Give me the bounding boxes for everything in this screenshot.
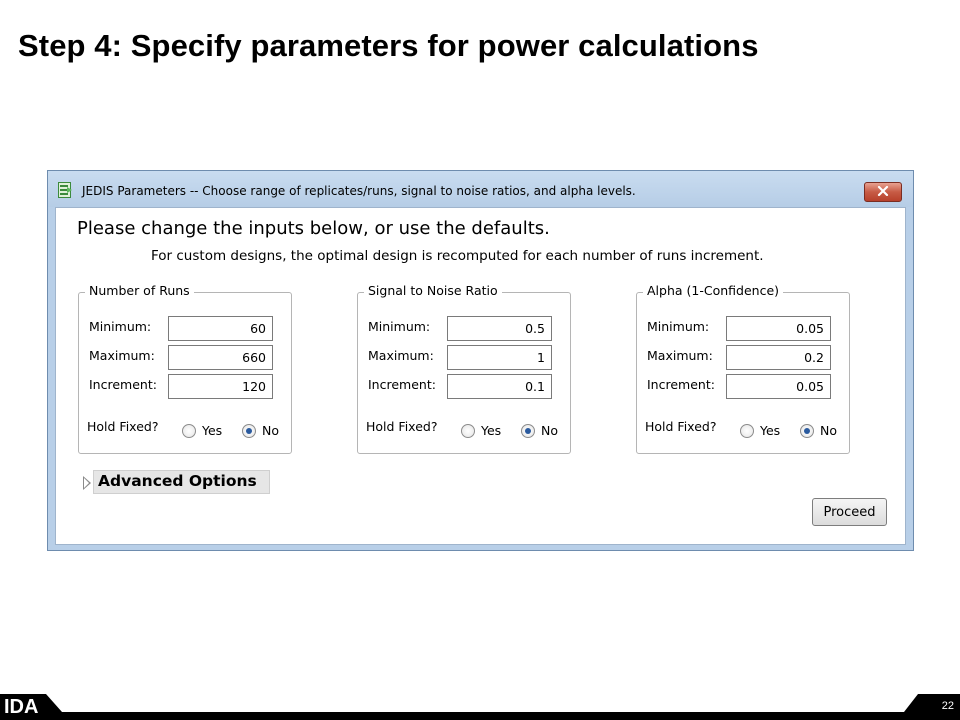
- maximum-label: Maximum:: [368, 348, 434, 363]
- minimum-label: Minimum:: [647, 319, 710, 334]
- snr-minimum-field[interactable]: 0.5: [447, 316, 552, 341]
- group-legend: Signal to Noise Ratio: [364, 283, 502, 298]
- snr-maximum-field[interactable]: 1: [447, 345, 552, 370]
- hold-fixed-label: Hold Fixed?: [645, 419, 717, 434]
- runs-hold-yes-radio[interactable]: [182, 424, 196, 438]
- runs-increment-field[interactable]: 120: [168, 374, 273, 399]
- alpha-hold-no-radio[interactable]: [800, 424, 814, 438]
- jedis-parameters-dialog: JEDIS Parameters -- Choose range of repl…: [47, 170, 914, 551]
- snr-hold-yes-radio[interactable]: [461, 424, 475, 438]
- maximum-label: Maximum:: [647, 348, 713, 363]
- dialog-heading: Please change the inputs below, or use t…: [77, 218, 550, 239]
- group-legend: Number of Runs: [85, 283, 194, 298]
- snr-hold-no-radio[interactable]: [521, 424, 535, 438]
- window-titlebar: JEDIS Parameters -- Choose range of repl…: [48, 171, 913, 207]
- signal-to-noise-group: Signal to Noise Ratio Minimum: 0.5 Maxim…: [357, 283, 571, 454]
- proceed-button[interactable]: Proceed: [812, 498, 887, 526]
- close-icon: [877, 183, 889, 201]
- number-of-runs-group: Number of Runs Minimum: 60 Maximum: 660 …: [78, 283, 292, 454]
- advanced-options-toggle[interactable]: Advanced Options: [93, 470, 270, 494]
- page-number: 22: [941, 700, 954, 712]
- dialog-subheading: For custom designs, the optimal design i…: [151, 248, 764, 264]
- runs-minimum-field[interactable]: 60: [168, 316, 273, 341]
- runs-maximum-field[interactable]: 660: [168, 345, 273, 370]
- slide-title: Step 4: Specify parameters for power cal…: [18, 28, 759, 63]
- minimum-label: Minimum:: [89, 319, 152, 334]
- minimum-label: Minimum:: [368, 319, 431, 334]
- footer-bar: [0, 712, 960, 720]
- close-button[interactable]: [864, 182, 902, 202]
- runs-hold-no-radio[interactable]: [242, 424, 256, 438]
- window-title: JEDIS Parameters -- Choose range of repl…: [82, 184, 636, 198]
- ida-logo: IDA: [0, 694, 70, 720]
- dialog-content: Please change the inputs below, or use t…: [55, 207, 906, 545]
- increment-label: Increment:: [89, 377, 157, 392]
- yes-label: Yes: [202, 423, 223, 438]
- no-label: No: [820, 423, 837, 438]
- alpha-increment-field[interactable]: 0.05: [726, 374, 831, 399]
- no-label: No: [262, 423, 279, 438]
- alpha-maximum-field[interactable]: 0.2: [726, 345, 831, 370]
- increment-label: Increment:: [647, 377, 715, 392]
- snr-increment-field[interactable]: 0.1: [447, 374, 552, 399]
- hold-fixed-label: Hold Fixed?: [366, 419, 438, 434]
- svg-text:IDA: IDA: [4, 696, 38, 718]
- no-label: No: [541, 423, 558, 438]
- alpha-hold-yes-radio[interactable]: [740, 424, 754, 438]
- yes-label: Yes: [481, 423, 502, 438]
- disclosure-triangle-icon[interactable]: [83, 476, 91, 490]
- alpha-minimum-field[interactable]: 0.05: [726, 316, 831, 341]
- group-legend: Alpha (1-Confidence): [643, 283, 784, 298]
- hold-fixed-label: Hold Fixed?: [87, 419, 159, 434]
- increment-label: Increment:: [368, 377, 436, 392]
- alpha-group: Alpha (1-Confidence) Minimum: 0.05 Maxim…: [636, 283, 850, 454]
- yes-label: Yes: [760, 423, 781, 438]
- maximum-label: Maximum:: [89, 348, 155, 363]
- jmp-app-icon: [58, 182, 73, 198]
